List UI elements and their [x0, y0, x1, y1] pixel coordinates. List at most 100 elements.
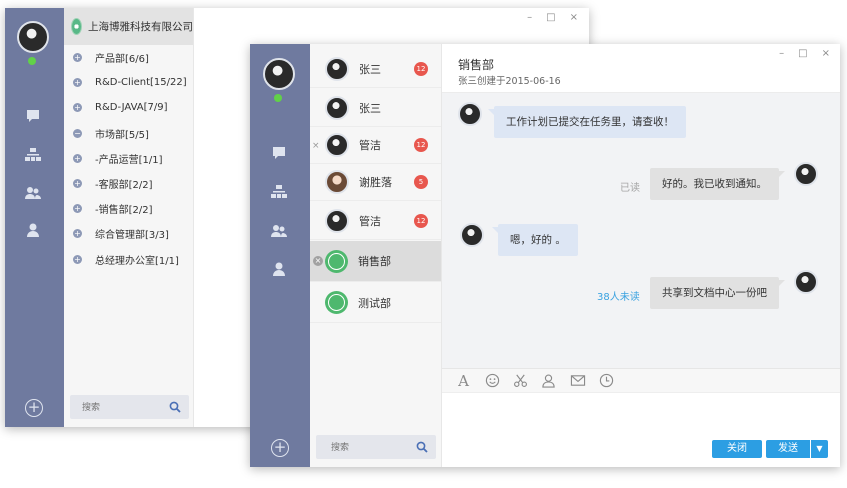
- department-item[interactable]: + R&D-Client[15/22]: [64, 70, 193, 95]
- message-bubble: 嗯，好的 。: [492, 224, 578, 256]
- scissors-icon[interactable]: [512, 373, 529, 389]
- avatar: [325, 57, 349, 81]
- org-chart-icon[interactable]: [22, 146, 44, 164]
- group-avatar-icon: [325, 249, 348, 273]
- mail-icon[interactable]: [569, 373, 586, 389]
- contact-item[interactable]: × 管洁 12: [310, 127, 441, 164]
- expand-icon[interactable]: +: [73, 179, 82, 189]
- expand-icon[interactable]: +: [73, 78, 82, 88]
- department-item[interactable]: + 产品部[6/6]: [64, 45, 193, 70]
- chat-window: + 张三 12 张三 × 管洁 12 谢胜落 5 管洁 12 × 销售部 测试部…: [250, 44, 840, 467]
- font-icon[interactable]: A: [455, 373, 472, 389]
- history-icon[interactable]: [598, 373, 615, 389]
- chat-subtitle: 张三创建于2015-06-16: [458, 76, 561, 87]
- expand-icon[interactable]: +: [73, 229, 82, 239]
- search-box: [316, 435, 436, 459]
- window-controls: – □ ×: [779, 48, 830, 59]
- online-status-icon: [28, 57, 36, 65]
- contacts-icon[interactable]: [268, 222, 290, 240]
- maximize-icon[interactable]: □: [798, 48, 807, 59]
- remove-icon[interactable]: ×: [313, 256, 323, 266]
- department-item[interactable]: + -销售部[2/2]: [64, 196, 193, 221]
- close-icon[interactable]: ×: [822, 48, 830, 59]
- avatar[interactable]: [458, 102, 482, 126]
- contact-name: 张三: [359, 102, 381, 115]
- group-avatar-icon: [325, 291, 348, 314]
- unread-badge: 12: [414, 214, 428, 228]
- org-header[interactable]: 上海博雅科技有限公司: [64, 8, 193, 45]
- send-button[interactable]: 发送: [766, 440, 810, 458]
- avatar: [325, 209, 349, 233]
- department-label: 产品部[6/6]: [95, 54, 149, 66]
- send-options-icon[interactable]: ▼: [810, 440, 828, 458]
- profile-icon[interactable]: [22, 221, 44, 239]
- org-tree-panel: 上海博雅科技有限公司 + 产品部[6/6] + R&D-Client[15/22] …: [64, 8, 194, 427]
- department-label: -客服部[2/2]: [95, 180, 153, 192]
- unread-badge: 12: [414, 62, 428, 76]
- contact-name: 谢胜落: [359, 176, 392, 189]
- department-label: -产品运营[1/1]: [95, 154, 163, 166]
- chat-pane: 销售部 张三创建于2015-06-16 工作计划已提交在任务里，请查收！ 已读 …: [442, 44, 840, 467]
- nav-rail: +: [250, 44, 310, 467]
- profile-icon[interactable]: [268, 260, 290, 278]
- message-bubble: 好的。我已收到通知。: [650, 168, 785, 200]
- remove-icon[interactable]: ×: [312, 141, 320, 151]
- expand-icon[interactable]: +: [73, 103, 82, 113]
- contact-name: 管洁: [359, 139, 381, 152]
- department-item[interactable]: + -客服部[2/2]: [64, 171, 193, 196]
- expand-icon[interactable]: +: [73, 53, 82, 63]
- maximize-icon[interactable]: □: [546, 12, 555, 23]
- contact-card-icon[interactable]: [540, 373, 557, 389]
- emoji-icon[interactable]: [484, 373, 501, 389]
- department-item[interactable]: + 综合管理部[3/3]: [64, 221, 193, 246]
- minimize-icon[interactable]: –: [779, 48, 784, 59]
- unread-badge: 12: [414, 138, 428, 152]
- department-label: R&D-Client[15/22]: [95, 77, 187, 89]
- chat-icon[interactable]: [268, 144, 290, 162]
- add-icon[interactable]: +: [25, 399, 43, 417]
- compose-toolbar: A: [442, 368, 840, 393]
- avatar[interactable]: [460, 223, 484, 247]
- collapse-icon[interactable]: −: [73, 128, 82, 138]
- contact-name: 测试部: [358, 296, 391, 310]
- department-label: 市场部[5/5]: [95, 129, 149, 141]
- add-icon[interactable]: +: [271, 439, 289, 457]
- contact-item[interactable]: × 销售部: [310, 241, 441, 282]
- unread-status[interactable]: 38人未读: [597, 288, 640, 303]
- contact-item[interactable]: 张三 12: [310, 51, 441, 88]
- avatar[interactable]: [794, 270, 818, 294]
- user-avatar[interactable]: [263, 58, 295, 90]
- expand-icon[interactable]: +: [73, 153, 82, 163]
- search-icon[interactable]: [416, 441, 428, 453]
- contact-name: 张三: [359, 63, 381, 76]
- read-status: 已读: [620, 183, 640, 194]
- nav-rail: +: [5, 8, 64, 427]
- department-item[interactable]: + R&D-JAVA[7/9]: [64, 95, 193, 120]
- department-item[interactable]: − 市场部[5/5]: [64, 121, 193, 146]
- message-input[interactable]: 关闭 发送 ▼: [442, 393, 840, 467]
- expand-icon[interactable]: +: [73, 254, 82, 264]
- contact-item[interactable]: 管洁 12: [310, 203, 441, 240]
- minimize-icon[interactable]: –: [527, 12, 532, 23]
- contact-name: 管洁: [359, 215, 381, 228]
- contact-item[interactable]: 测试部: [310, 283, 441, 323]
- user-avatar[interactable]: [17, 21, 49, 53]
- org-chart-icon[interactable]: [268, 183, 290, 201]
- avatar[interactable]: [794, 162, 818, 186]
- department-item[interactable]: + -产品运营[1/1]: [64, 146, 193, 171]
- unread-badge: 5: [414, 175, 428, 189]
- expand-icon[interactable]: +: [73, 204, 82, 214]
- online-status-icon: [274, 94, 282, 102]
- avatar: [325, 96, 349, 120]
- search-box: [70, 395, 189, 419]
- message-bubble: 工作计划已提交在任务里，请查收！: [488, 106, 686, 138]
- close-icon[interactable]: ×: [570, 12, 578, 23]
- close-button[interactable]: 关闭: [712, 440, 762, 458]
- department-list: + 产品部[6/6] + R&D-Client[15/22] + R&D-JAVA[7…: [64, 45, 193, 272]
- search-icon[interactable]: [169, 401, 181, 413]
- contact-item[interactable]: 谢胜落 5: [310, 164, 441, 201]
- chat-icon[interactable]: [22, 107, 44, 125]
- department-item[interactable]: + 总经理办公室[1/1]: [64, 247, 193, 272]
- contacts-icon[interactable]: [22, 184, 44, 202]
- contact-item[interactable]: 张三: [310, 90, 441, 127]
